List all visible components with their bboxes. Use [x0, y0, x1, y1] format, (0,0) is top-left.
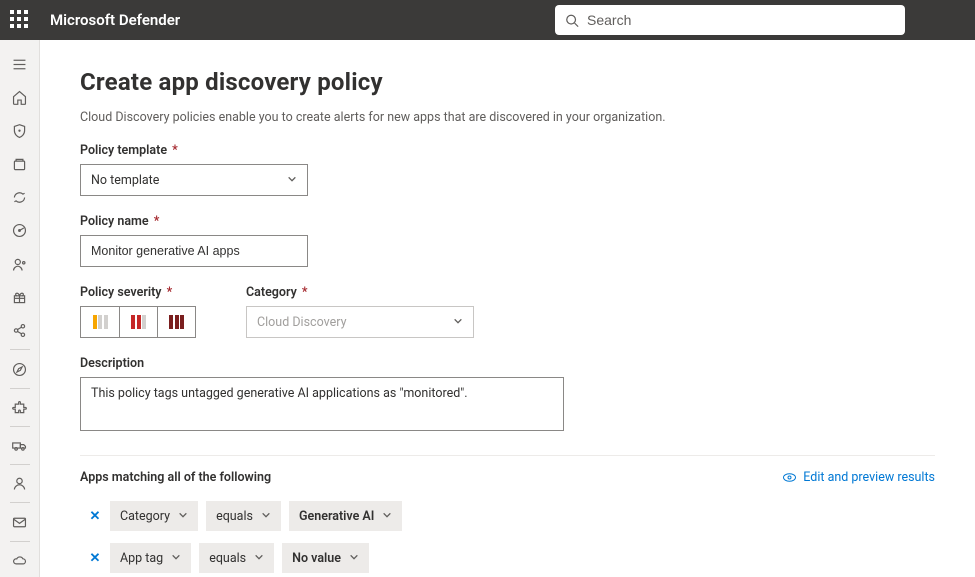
brand-title: Microsoft Defender [50, 11, 180, 29]
filter-field-label: Category [120, 509, 170, 524]
search-box[interactable] [555, 5, 905, 35]
section-divider [80, 455, 935, 456]
nav-gift-icon[interactable] [0, 281, 40, 314]
chevron-down-icon [287, 173, 297, 188]
remove-filter-icon[interactable]: ✕ [88, 551, 102, 566]
app-launcher-icon[interactable] [10, 10, 30, 30]
policy-name-label: Policy name * [80, 214, 935, 229]
policy-template-value: No template [91, 173, 159, 188]
page-title: Create app discovery policy [80, 68, 935, 96]
page-intro: Cloud Discovery policies enable you to c… [80, 110, 935, 125]
category-label: Category * [246, 285, 474, 300]
nav-share-icon[interactable] [0, 314, 40, 347]
nav-stack-icon[interactable] [0, 148, 40, 181]
severity-low[interactable] [81, 307, 119, 337]
nav-hamburger-icon[interactable] [0, 48, 40, 81]
category-select[interactable]: Cloud Discovery [246, 306, 474, 338]
filter-op-label: equals [209, 551, 246, 566]
nav-cloud-icon[interactable] [0, 544, 40, 577]
chevron-down-icon [178, 509, 188, 524]
nav-shield-icon[interactable] [0, 115, 40, 148]
match-header: Apps matching all of the following [80, 470, 271, 485]
nav-rail [0, 40, 40, 577]
policy-template-label: Policy template * [80, 143, 935, 158]
main-content: Create app discovery policy Cloud Discov… [40, 40, 975, 577]
filter-field-chip[interactable]: App tag [110, 543, 191, 573]
filter-value-label: No value [292, 551, 341, 566]
nav-truck-icon[interactable] [0, 429, 40, 462]
chevron-down-icon [261, 509, 271, 524]
nav-radar-icon[interactable] [0, 214, 40, 247]
chevron-down-icon [254, 551, 264, 566]
filter-row: ✕ App tag equals No value [88, 543, 935, 573]
nav-user-icon[interactable] [0, 467, 40, 500]
preview-label: Edit and preview results [803, 470, 935, 485]
severity-label: Policy severity * [80, 285, 196, 300]
chevron-down-icon [171, 551, 181, 566]
policy-name-input[interactable] [80, 235, 308, 267]
filter-value-chip[interactable]: Generative AI [289, 501, 402, 531]
severity-group [80, 306, 196, 338]
severity-high[interactable] [157, 307, 195, 337]
nav-mail-icon[interactable] [0, 505, 40, 538]
policy-template-select[interactable]: No template [80, 164, 308, 196]
category-value: Cloud Discovery [257, 315, 346, 330]
search-icon [565, 13, 579, 28]
nav-compass-icon[interactable] [0, 352, 40, 385]
nav-puzzle-icon[interactable] [0, 391, 40, 424]
description-label: Description [80, 356, 935, 371]
nav-person-icon[interactable] [0, 248, 40, 281]
top-bar: Microsoft Defender [0, 0, 975, 40]
severity-medium[interactable] [119, 307, 157, 337]
filter-row: ✕ Category equals Generative AI [88, 501, 935, 531]
filter-value-label: Generative AI [299, 509, 374, 524]
filter-op-chip[interactable]: equals [206, 501, 281, 531]
nav-sync-icon[interactable] [0, 181, 40, 214]
filter-field-label: App tag [120, 551, 163, 566]
search-input[interactable] [587, 12, 895, 28]
filter-op-chip[interactable]: equals [199, 543, 274, 573]
chevron-down-icon [453, 315, 463, 330]
chevron-down-icon [349, 551, 359, 566]
filter-field-chip[interactable]: Category [110, 501, 198, 531]
chevron-down-icon [382, 509, 392, 524]
nav-home-icon[interactable] [0, 81, 40, 114]
eye-icon [782, 470, 797, 485]
filter-value-chip[interactable]: No value [282, 543, 369, 573]
preview-results-link[interactable]: Edit and preview results [782, 470, 935, 485]
remove-filter-icon[interactable]: ✕ [88, 509, 102, 524]
filter-op-label: equals [216, 509, 253, 524]
description-input[interactable] [80, 377, 564, 431]
